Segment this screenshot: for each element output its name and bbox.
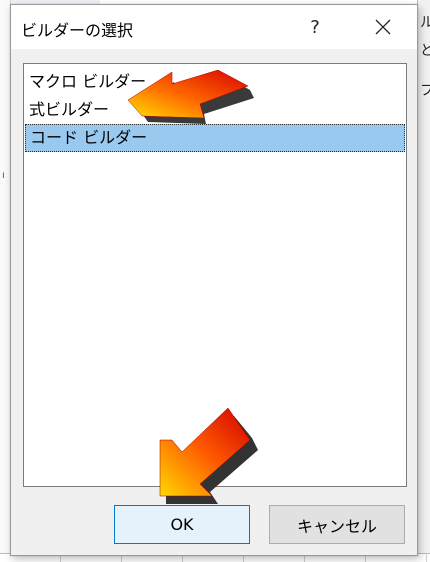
close-button[interactable] <box>359 5 407 49</box>
list-item-expression-builder[interactable]: 式ビルダー <box>25 96 405 124</box>
dialog-title: ビルダーの選択 <box>21 21 134 40</box>
close-icon <box>375 19 391 35</box>
ok-button[interactable]: OK <box>114 505 250 544</box>
background-left-mark: ı <box>2 170 5 181</box>
help-button[interactable]: ? <box>293 5 337 49</box>
background-fragment-3: フッ <box>420 80 430 100</box>
background-fragment-1: ル <box>420 12 430 32</box>
background-right-column: ル と印 フッ <box>417 0 430 562</box>
list-item-code-builder[interactable]: コード ビルダー <box>25 124 405 152</box>
background-fragment-2: と印 <box>420 40 430 60</box>
list-item-macro-builder[interactable]: マクロ ビルダー <box>25 68 405 96</box>
cancel-button[interactable]: キャンセル <box>269 505 405 544</box>
builder-selection-dialog: ビルダーの選択 ? マクロ ビルダー 式ビルダー コード ビルダー OK キャン… <box>10 4 418 556</box>
dialog-titlebar[interactable]: ビルダーの選択 ? <box>11 5 417 49</box>
builder-listbox[interactable]: マクロ ビルダー 式ビルダー コード ビルダー <box>23 63 407 487</box>
